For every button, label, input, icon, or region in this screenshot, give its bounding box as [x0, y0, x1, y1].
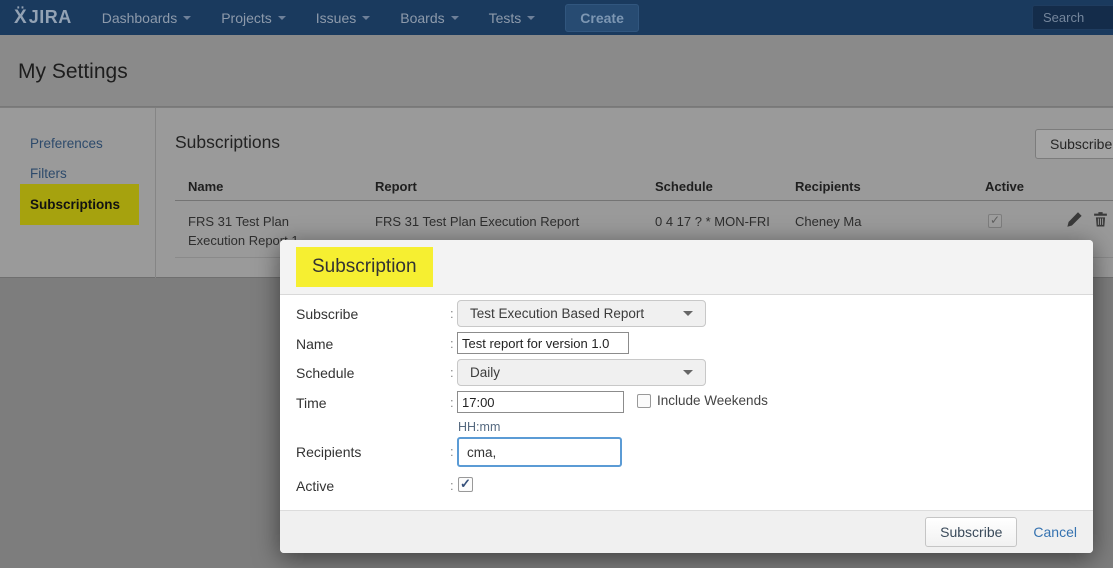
- label-colon: :: [450, 336, 454, 351]
- include-weekends-checkbox[interactable]: [637, 394, 651, 408]
- edit-pencil-icon[interactable]: [1066, 211, 1083, 228]
- recipients-input[interactable]: [457, 437, 622, 467]
- modal-footer: Subscribe Cancel: [280, 510, 1093, 553]
- column-header-active: Active: [985, 179, 1024, 194]
- search-input[interactable]: [1032, 5, 1113, 30]
- field-label-recipients: Recipients: [296, 444, 361, 460]
- name-input[interactable]: [457, 332, 629, 354]
- schedule-select[interactable]: Daily: [457, 359, 706, 386]
- table-header-divider: [175, 200, 1113, 201]
- chevron-down-icon: [683, 370, 693, 375]
- nav-item-dashboards[interactable]: Dashboards: [102, 10, 192, 26]
- field-label-subscribe: Subscribe: [296, 306, 358, 322]
- chevron-down-icon: [451, 16, 459, 20]
- chevron-down-icon: [683, 311, 693, 316]
- subscribe-report-select[interactable]: Test Execution Based Report: [457, 300, 706, 327]
- nav-item-tests[interactable]: Tests: [489, 10, 536, 26]
- nav-item-issues[interactable]: Issues: [316, 10, 370, 26]
- chevron-down-icon: [362, 16, 370, 20]
- column-header-report: Report: [375, 179, 417, 194]
- label-colon: :: [450, 306, 454, 321]
- active-checkbox[interactable]: [458, 477, 473, 492]
- modal-subscribe-button[interactable]: Subscribe: [925, 517, 1017, 547]
- column-header-schedule: Schedule: [655, 179, 713, 194]
- nav-item-label: Dashboards: [102, 10, 178, 26]
- time-format-hint: HH:mm: [458, 420, 500, 434]
- select-value: Daily: [470, 365, 683, 380]
- sidebar-item-label: Subscriptions: [30, 197, 120, 212]
- field-label-schedule: Schedule: [296, 365, 354, 381]
- cell-schedule: 0 4 17 ? * MON-FRI: [655, 212, 773, 231]
- row-active-checkbox: [988, 214, 1002, 228]
- label-colon: :: [450, 395, 454, 410]
- cell-report: FRS 31 Test Plan Execution Report: [375, 212, 655, 231]
- panel-subscribe-button[interactable]: Subscribe: [1035, 129, 1113, 159]
- label-colon: :: [450, 365, 454, 380]
- column-header-recipients: Recipients: [795, 179, 861, 194]
- label-colon: :: [450, 478, 454, 493]
- subscription-modal: Subscription Subscribe : Test Execution …: [280, 240, 1093, 553]
- create-button[interactable]: Create: [565, 4, 639, 32]
- page-title: My Settings: [18, 60, 128, 84]
- field-label-active: Active: [296, 478, 334, 494]
- chevron-down-icon: [527, 16, 535, 20]
- column-header-name: Name: [188, 179, 223, 194]
- panel-title: Subscriptions: [175, 132, 280, 153]
- sidebar-item-filters[interactable]: Filters: [30, 166, 67, 181]
- modal-title: Subscription: [296, 247, 433, 287]
- nav-item-label: Projects: [221, 10, 272, 26]
- field-label-name: Name: [296, 336, 333, 352]
- chevron-down-icon: [278, 16, 286, 20]
- nav-bar: Ẍ JIRA Dashboards Projects Issues Boards…: [0, 0, 1113, 35]
- nav-item-boards[interactable]: Boards: [400, 10, 458, 26]
- sidebar-item-preferences[interactable]: Preferences: [30, 136, 103, 151]
- jira-logo[interactable]: Ẍ JIRA: [14, 7, 72, 29]
- time-input[interactable]: [457, 391, 624, 413]
- modal-cancel-link[interactable]: Cancel: [1033, 524, 1077, 540]
- label-colon: :: [450, 444, 454, 459]
- nav-item-projects[interactable]: Projects: [221, 10, 286, 26]
- nav-item-label: Tests: [489, 10, 522, 26]
- sidebar-divider: [155, 108, 156, 278]
- modal-header: Subscription: [280, 240, 1093, 295]
- chevron-down-icon: [183, 16, 191, 20]
- jira-logo-text: JIRA: [29, 7, 72, 28]
- delete-trash-icon[interactable]: [1092, 211, 1109, 228]
- nav-item-label: Issues: [316, 10, 356, 26]
- sidebar-item-subscriptions[interactable]: Subscriptions: [20, 184, 139, 225]
- settings-header-bar: [0, 35, 1113, 107]
- include-weekends-label: Include Weekends: [657, 393, 768, 408]
- table-row: FRS 31 Test Plan Execution Report 1 FRS …: [0, 0, 14, 14]
- select-value: Test Execution Based Report: [470, 306, 683, 321]
- nav-item-label: Boards: [400, 10, 444, 26]
- jira-logo-icon: Ẍ: [14, 7, 27, 29]
- field-label-time: Time: [296, 395, 327, 411]
- cell-recipients: Cheney Ma: [795, 212, 955, 231]
